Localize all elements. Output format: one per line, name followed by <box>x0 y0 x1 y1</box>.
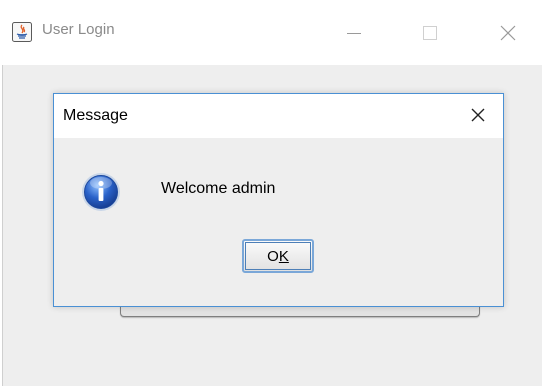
ok-button[interactable]: OK <box>242 239 314 273</box>
dialog-title: Message <box>63 107 128 124</box>
minimize-icon <box>347 33 361 34</box>
user-login-window: User Login Message Welcome admin O K <box>0 0 542 386</box>
window-titlebar[interactable]: User Login <box>0 0 542 65</box>
close-icon <box>500 25 516 41</box>
close-icon <box>471 108 485 122</box>
dialog-titlebar[interactable]: Message <box>54 94 503 138</box>
dialog-message: Welcome admin <box>161 180 276 197</box>
maximize-icon <box>423 26 437 40</box>
ok-label-mnemonic: K <box>278 247 289 265</box>
message-dialog: Message Welcome admin OK <box>53 93 504 307</box>
window-title: User Login <box>42 21 115 38</box>
maximize-button[interactable] <box>408 16 452 50</box>
minimize-button[interactable] <box>332 16 376 50</box>
dialog-close-button[interactable] <box>458 100 498 132</box>
close-button[interactable] <box>486 16 530 50</box>
info-icon <box>82 173 120 211</box>
ok-label-first: O <box>267 247 279 265</box>
java-icon[interactable] <box>12 22 32 42</box>
